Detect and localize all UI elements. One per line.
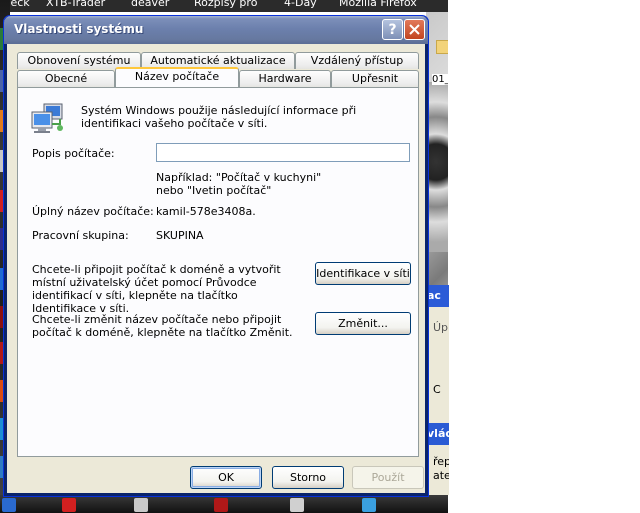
intro-text: Systém Windows použije následující infor…	[81, 104, 357, 130]
taskbar-icon[interactable]	[214, 498, 228, 512]
background-window-title: ac	[427, 285, 449, 307]
taskbar-icon[interactable]	[134, 498, 148, 512]
background-window-heading: vlád	[427, 423, 449, 445]
dialog-client-area: Obnovení systému Automatické aktualizace…	[7, 44, 425, 493]
example-line-1: Například: "Počítač v kuchyni"	[156, 171, 322, 184]
background-window-text: C	[433, 383, 441, 396]
close-button[interactable]	[404, 19, 425, 40]
tab-computer-name[interactable]: Název počítače	[115, 67, 239, 87]
folder-icon[interactable]	[436, 40, 448, 54]
help-button[interactable]: ?	[382, 19, 403, 40]
taskbar	[0, 495, 448, 513]
taskbar-icon[interactable]	[62, 498, 76, 512]
rename-text: Chcete-li změnit název počítače nebo při…	[32, 313, 293, 339]
taskbar-icon[interactable]	[2, 498, 16, 512]
desktop-label[interactable]: Rozpisy pro	[194, 0, 257, 8]
desktop-label[interactable]: 4-Day	[284, 0, 317, 8]
full-name-value: kamil-578e3408a.	[156, 205, 256, 218]
desktop-label[interactable]: deaver	[131, 0, 169, 8]
taskbar-icon[interactable]	[362, 498, 376, 512]
computer-name-panel: Systém Windows použije následující infor…	[17, 87, 419, 457]
example-line-2: nebo "Ivetin počítač"	[156, 184, 272, 197]
cancel-button[interactable]: Storno	[272, 466, 344, 489]
workgroup-value: SKUPINA	[156, 229, 204, 242]
tab-advanced[interactable]: Upřesnit	[331, 70, 419, 87]
tab-general[interactable]: Obecné	[17, 70, 115, 87]
workgroup-label: Pracovní skupina:	[32, 229, 129, 242]
background-window[interactable]: ac Úp C vlád řepr ateg	[426, 285, 449, 495]
taskbar-icon[interactable]	[290, 498, 304, 512]
background-window-text: řepr	[433, 455, 449, 468]
desktop-label[interactable]: Mozilla Firefox	[339, 0, 417, 8]
full-name-label: Úplný název počítače:	[32, 205, 154, 218]
tab-remote-access[interactable]: Vzdálený přístup	[295, 52, 419, 69]
window-title: Vlastnosti systému	[14, 22, 144, 36]
close-icon	[409, 24, 420, 35]
wallpaper-eye	[426, 82, 448, 252]
domain-join-text: Chcete-li připojit počítač k doméně a vy…	[32, 263, 281, 315]
ok-button[interactable]: OK	[190, 466, 262, 489]
tab-hardware[interactable]: Hardware	[239, 70, 331, 87]
system-properties-dialog: Vlastnosti systému ? Obnovení systému Au…	[3, 15, 429, 497]
network-id-button[interactable]: Identifikace v síti	[315, 262, 411, 285]
computer-network-icon	[31, 103, 63, 133]
description-label: Popis počítače:	[32, 147, 115, 160]
desktop-label[interactable]: XTB-Trader	[46, 0, 105, 8]
change-button[interactable]: Změnit...	[315, 312, 411, 335]
computer-description-input[interactable]	[156, 143, 410, 162]
apply-button[interactable]: Použít	[352, 466, 424, 489]
desktop-icon-labels: Deck XTB-Trader deaver Rozpisy pro 4-Day…	[0, 0, 448, 12]
background-window-text: ateg	[433, 469, 449, 482]
title-bar[interactable]: Vlastnosti systému ?	[4, 16, 428, 44]
folder-label[interactable]: 01_	[432, 74, 448, 85]
background-window-text: Úp	[433, 321, 449, 334]
help-icon: ?	[388, 21, 397, 38]
